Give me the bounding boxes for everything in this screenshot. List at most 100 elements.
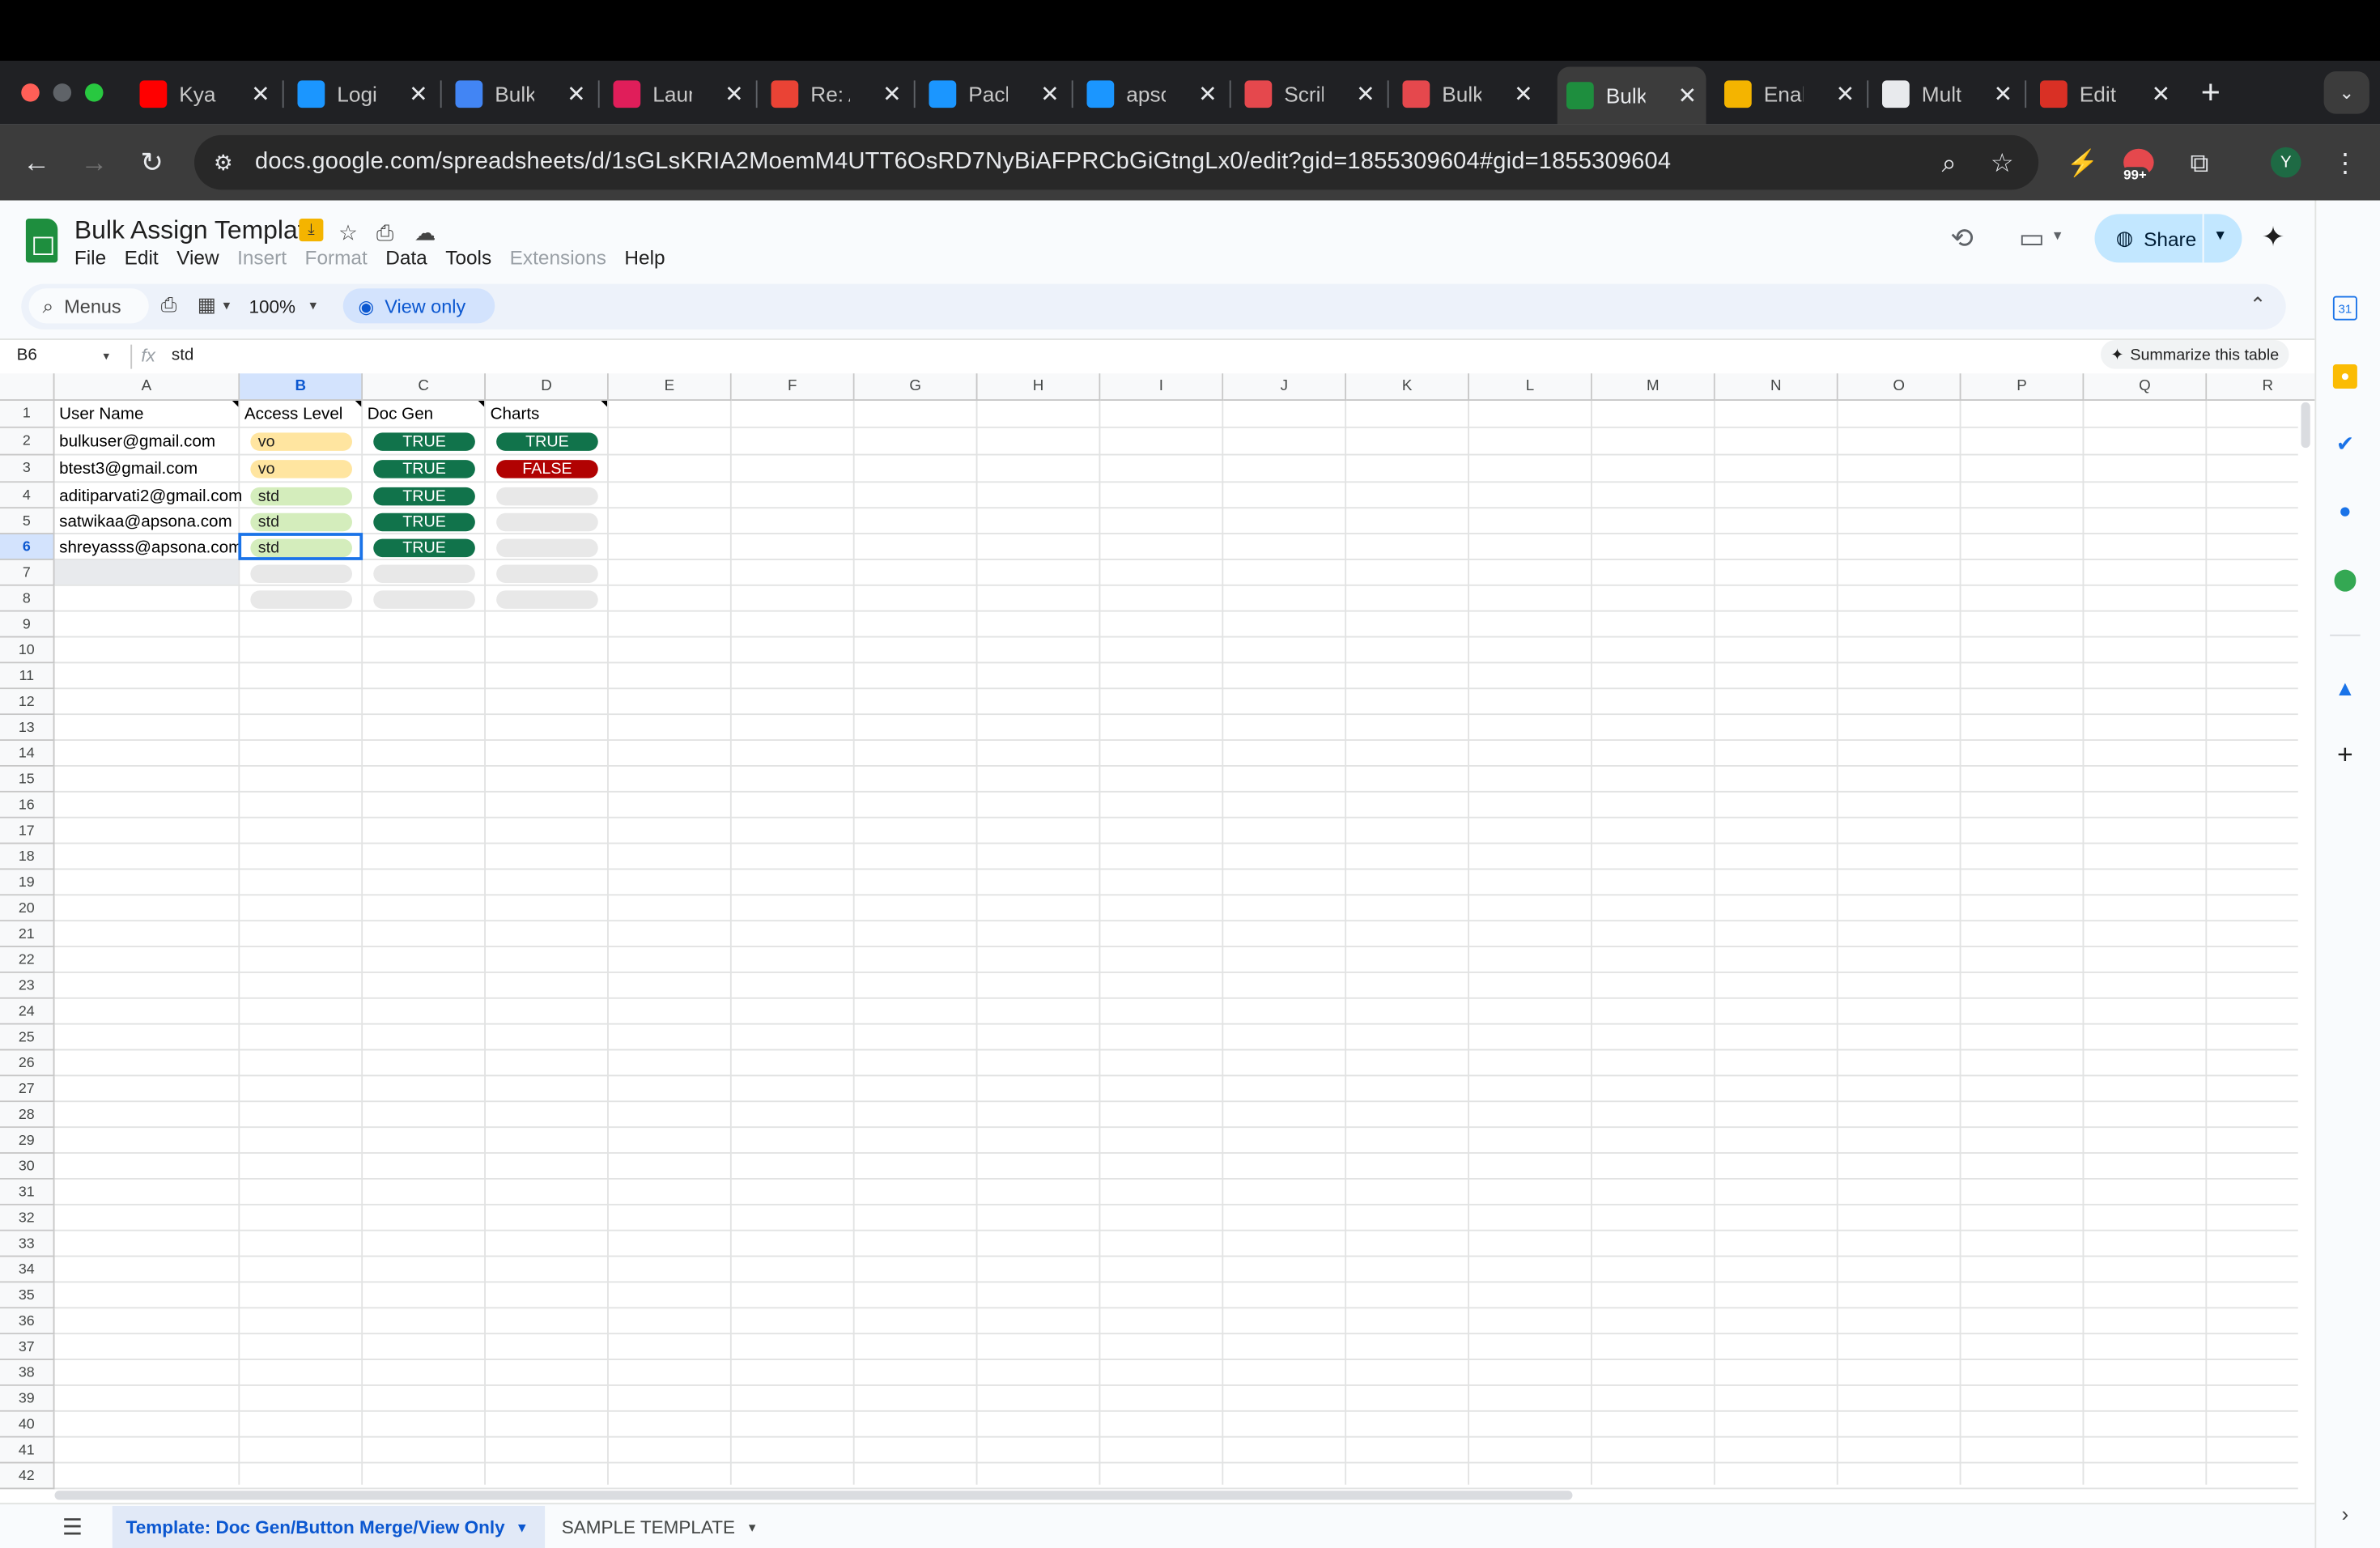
side-panel-toggle-icon[interactable]: › — [2333, 1501, 2357, 1525]
doc-gen-chip[interactable]: TRUE — [373, 512, 475, 531]
menu-extensions[interactable]: Extensions — [510, 246, 606, 269]
sheet-tab[interactable]: SAMPLE TEMPLATE ▾ — [548, 1506, 768, 1548]
charts-chip[interactable] — [496, 538, 598, 557]
paint-format-icon[interactable]: ▦ — [198, 293, 216, 317]
empty-dropdown-chip[interactable] — [373, 563, 475, 583]
menu-help[interactable]: Help — [624, 246, 665, 269]
column-header-e[interactable]: E — [608, 373, 732, 401]
browser-tab[interactable]: Enab ✕ — [1715, 71, 1864, 117]
row-header[interactable]: 6 — [0, 534, 55, 560]
apsona-addon-icon[interactable]: ▲ — [2333, 675, 2357, 700]
row-header[interactable]: 3 — [0, 455, 55, 483]
close-tab-icon[interactable]: ✕ — [1678, 82, 1698, 109]
back-icon[interactable]: ← — [19, 146, 53, 179]
row-header[interactable]: 21 — [0, 921, 55, 947]
browser-tab[interactable]: Kya M ✕ — [130, 71, 279, 117]
row-header[interactable]: 42 — [0, 1463, 55, 1490]
version-history-icon[interactable]: ⟲ — [1950, 223, 1973, 255]
document-title[interactable]: Bulk Assign Template — [74, 215, 319, 246]
zoom-dropdown-icon[interactable]: ▾ — [310, 298, 317, 315]
user-name-cell[interactable]: satwikaa@apsona.com — [59, 513, 232, 532]
row-header[interactable]: 12 — [0, 689, 55, 716]
calendar-icon[interactable]: 31 — [2332, 296, 2357, 321]
row-header[interactable]: 33 — [0, 1231, 55, 1257]
url-text[interactable]: docs.google.com/spreadsheets/d/1sGLsKRIA… — [255, 149, 1671, 176]
row-header[interactable]: 8 — [0, 585, 55, 612]
doc-gen-chip[interactable]: TRUE — [373, 538, 475, 557]
row-header[interactable]: 1 — [0, 401, 55, 428]
user-name-cell[interactable]: shreyasss@apsona.com — [59, 539, 242, 558]
close-tab-icon[interactable]: ✕ — [251, 80, 270, 108]
close-tab-icon[interactable]: ✕ — [1836, 80, 1855, 108]
column-header-l[interactable]: L — [1469, 373, 1592, 401]
column-header-g[interactable]: G — [854, 373, 978, 401]
access-level-chip[interactable]: std — [250, 512, 352, 531]
cloud-saved-icon[interactable]: ☁ — [414, 220, 436, 246]
empty-cell-a7[interactable] — [54, 559, 239, 585]
charts-chip[interactable] — [496, 512, 598, 531]
close-tab-icon[interactable]: ✕ — [1994, 80, 2013, 108]
reload-icon[interactable]: ↻ — [135, 146, 168, 179]
extensions-puzzle-icon[interactable]: ⧉ — [2182, 147, 2216, 181]
zoom-select[interactable]: 100% — [249, 296, 296, 317]
menu-data[interactable]: Data — [385, 246, 427, 269]
row-header[interactable]: 40 — [0, 1411, 55, 1438]
meet-camera-icon[interactable]: ▭ — [2019, 223, 2045, 255]
charts-chip[interactable] — [496, 486, 598, 505]
column-header-k[interactable]: K — [1346, 373, 1469, 401]
close-tab-icon[interactable]: ✕ — [1356, 80, 1375, 108]
row-header[interactable]: 16 — [0, 792, 55, 819]
row-header[interactable]: 7 — [0, 559, 55, 586]
column-header-f[interactable]: F — [731, 373, 855, 401]
contacts-icon[interactable]: ● — [2333, 498, 2357, 522]
row-header[interactable]: 25 — [0, 1024, 55, 1051]
row-header[interactable]: 30 — [0, 1154, 55, 1180]
close-tab-icon[interactable]: ✕ — [1198, 80, 1218, 108]
close-tab-icon[interactable]: ✕ — [409, 80, 428, 108]
close-window-button[interactable] — [21, 83, 40, 102]
column-header-j[interactable]: J — [1223, 373, 1347, 401]
browser-tab[interactable]: Bulk ✕ — [1393, 71, 1542, 117]
user-name-cell[interactable]: btest3@gmail.com — [59, 460, 198, 478]
menu-format[interactable]: Format — [305, 246, 368, 269]
row-header[interactable]: 17 — [0, 818, 55, 844]
share-dropdown-icon[interactable]: ▾ — [2216, 225, 2225, 245]
column-header-c[interactable]: C — [363, 373, 486, 401]
row-header[interactable]: 2 — [0, 427, 55, 456]
minimize-window-button[interactable] — [53, 83, 72, 102]
close-tab-icon[interactable]: ✕ — [2152, 80, 2171, 108]
row-header[interactable]: 32 — [0, 1205, 55, 1231]
doc-gen-chip[interactable]: TRUE — [373, 432, 475, 451]
empty-dropdown-chip[interactable] — [496, 589, 598, 608]
summarize-table-button[interactable]: ✦ Summarize this table — [2101, 340, 2289, 369]
row-header[interactable]: 14 — [0, 741, 55, 767]
browser-tab[interactable]: Pack ✕ — [920, 71, 1069, 117]
row-header[interactable]: 28 — [0, 1102, 55, 1129]
row-header[interactable]: 23 — [0, 972, 55, 999]
menu-file[interactable]: File — [74, 246, 106, 269]
close-tab-icon[interactable]: ✕ — [882, 80, 902, 108]
sheet-tab-dropdown-icon[interactable]: ▾ — [518, 1519, 525, 1536]
row-header[interactable]: 9 — [0, 611, 55, 638]
format-dropdown-icon[interactable]: ▾ — [223, 298, 230, 315]
header-cell-charts[interactable]: Charts — [491, 406, 540, 424]
profile-avatar[interactable]: Y — [2271, 147, 2301, 178]
select-all-corner[interactable] — [0, 373, 55, 401]
site-settings-icon[interactable]: ⚙ — [208, 147, 239, 178]
close-tab-icon[interactable]: ✕ — [725, 80, 744, 108]
column-header-o[interactable]: O — [1838, 373, 1961, 401]
horizontal-scrollbar[interactable] — [54, 1491, 1573, 1500]
get-addons-icon[interactable]: + — [2333, 738, 2357, 769]
column-header-q[interactable]: Q — [2084, 373, 2208, 401]
row-header[interactable]: 15 — [0, 766, 55, 793]
menu-insert[interactable]: Insert — [237, 246, 287, 269]
row-header[interactable]: 39 — [0, 1385, 55, 1412]
maximize-window-button[interactable] — [85, 83, 104, 102]
row-header[interactable]: 27 — [0, 1076, 55, 1103]
star-icon[interactable]: ☆ — [338, 220, 358, 246]
row-header[interactable]: 37 — [0, 1334, 55, 1360]
doc-gen-chip[interactable]: TRUE — [373, 460, 475, 478]
extension-icon[interactable]: ⚡ — [2066, 147, 2099, 181]
row-header[interactable]: 10 — [0, 637, 55, 664]
empty-dropdown-chip[interactable] — [496, 563, 598, 583]
